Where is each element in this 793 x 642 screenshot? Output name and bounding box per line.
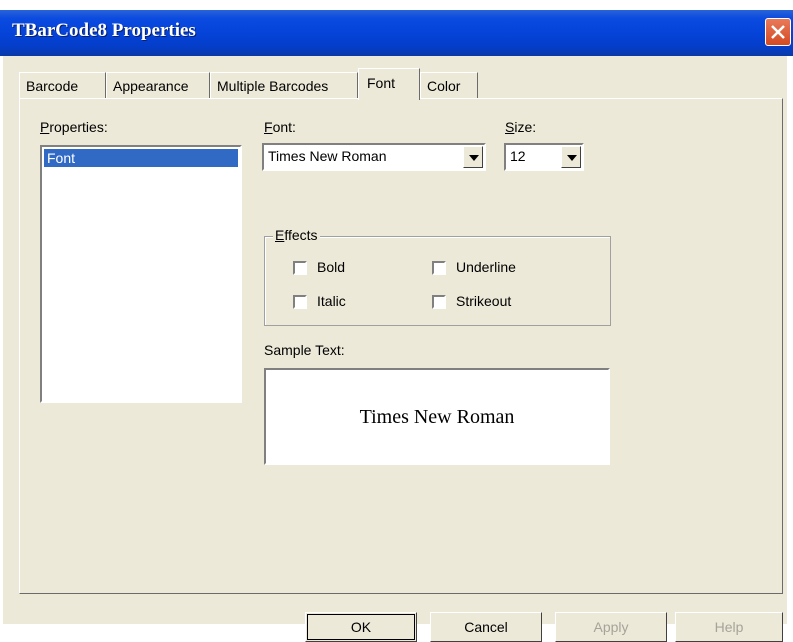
- properties-list[interactable]: Font: [40, 145, 242, 403]
- properties-label: Properties:: [40, 119, 108, 135]
- chevron-down-icon[interactable]: [561, 146, 581, 168]
- tab-appearance[interactable]: Appearance: [106, 72, 210, 98]
- italic-checkbox[interactable]: [293, 295, 307, 309]
- window-title: TBarCode8 Properties: [12, 20, 196, 41]
- title-bar[interactable]: TBarCode8 Properties: [0, 10, 793, 56]
- bold-checkbox[interactable]: [293, 261, 307, 275]
- underline-checkbox[interactable]: [432, 261, 446, 275]
- tab-strip: Barcode Appearance Multiple Barcodes Fon…: [19, 68, 779, 100]
- underline-label[interactable]: Underline: [456, 259, 516, 275]
- properties-label-rest: roperties:: [49, 119, 108, 135]
- chevron-down-icon[interactable]: [463, 146, 483, 168]
- tab-color[interactable]: Color: [420, 72, 478, 98]
- tab-multiple-barcodes[interactable]: Multiple Barcodes: [210, 72, 358, 98]
- tab-barcode[interactable]: Barcode: [19, 72, 106, 98]
- size-combo[interactable]: 12: [504, 143, 584, 171]
- bold-label[interactable]: Bold: [317, 259, 345, 275]
- size-label: Size:: [505, 119, 537, 135]
- font-combo[interactable]: Times New Roman: [262, 143, 486, 171]
- italic-label[interactable]: Italic: [317, 293, 346, 309]
- list-item-font[interactable]: Font: [44, 149, 238, 167]
- effects-group: Effects Bold Italic Underline Strikeout: [264, 227, 611, 326]
- close-icon: [771, 25, 785, 39]
- ok-button[interactable]: OK: [305, 612, 417, 642]
- apply-button[interactable]: Apply: [555, 612, 667, 642]
- effects-title: Effects: [273, 227, 320, 243]
- sample-text-label: Sample Text:: [264, 342, 345, 358]
- tab-font[interactable]: Font: [358, 68, 420, 100]
- strikeout-checkbox[interactable]: [432, 295, 446, 309]
- font-tab-panel: Properties: Font Font: Times New Roman S…: [19, 98, 783, 594]
- font-label: Font:: [264, 119, 296, 135]
- sample-text-preview: Times New Roman: [359, 406, 515, 428]
- strikeout-label[interactable]: Strikeout: [456, 293, 511, 309]
- close-button[interactable]: [765, 18, 791, 46]
- sample-text-box: Times New Roman: [264, 368, 610, 465]
- font-combo-value: Times New Roman: [268, 148, 387, 164]
- help-button[interactable]: Help: [675, 612, 783, 642]
- size-combo-value: 12: [510, 148, 526, 164]
- cancel-button[interactable]: Cancel: [430, 612, 542, 642]
- dialog-client: Barcode Appearance Multiple Barcodes Fon…: [3, 56, 787, 642]
